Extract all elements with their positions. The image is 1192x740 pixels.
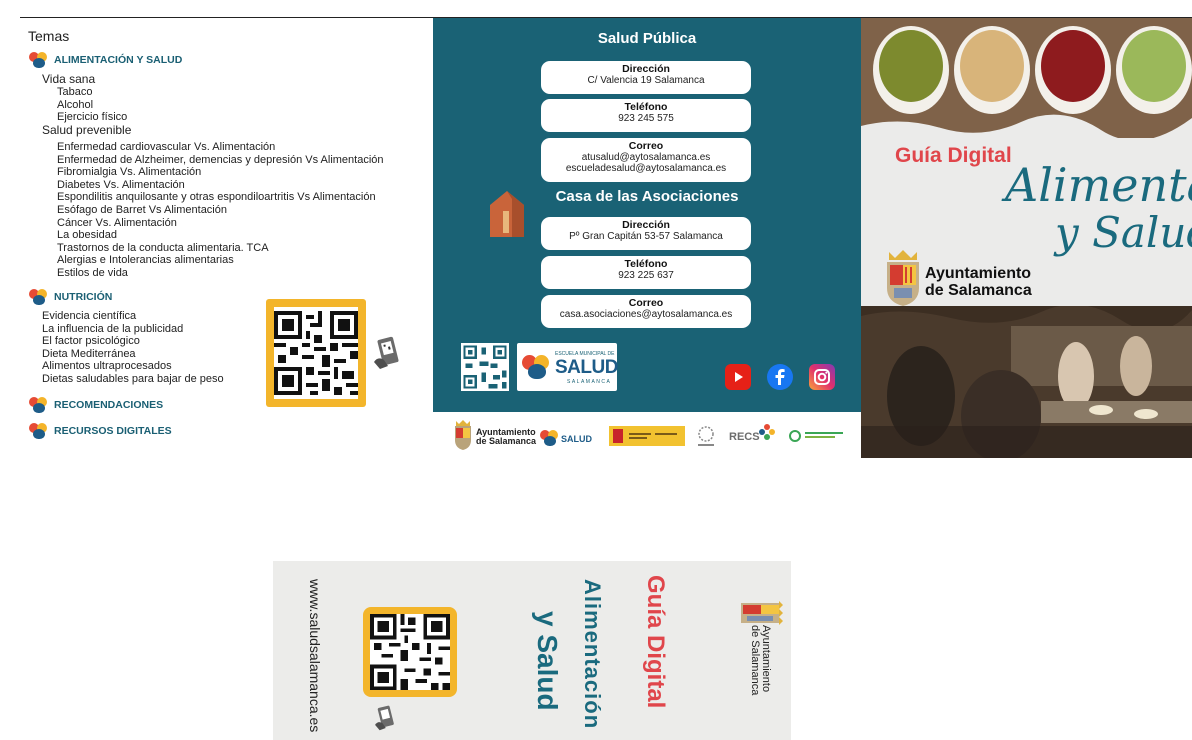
partner-logo-icon (789, 430, 843, 442)
contact-panel: Salud Pública Dirección C/ Valencia 19 Sa… (433, 18, 861, 412)
network-logo-icon (698, 426, 714, 446)
salud-publica-email[interactable]: Correo atusalud@aytosalamanca.es escuelade… (541, 138, 751, 182)
topics-panel: Temas ALIMENTACIÓN Y SALUD Vida sana Tab… (20, 18, 432, 458)
salud-logo-icon (539, 430, 559, 446)
casa-phone[interactable]: Teléfono 923 225 637 (541, 256, 751, 289)
salud-publica-address: Dirección C/ Valencia 19 Salamanca (541, 61, 751, 94)
crest-icon (741, 601, 783, 625)
cover-panel: Guía Digital Alimentac y Salud Ayuntamie… (861, 18, 1192, 458)
government-logo (609, 426, 685, 446)
salud-footer-label: SALUD (561, 434, 592, 444)
kitchen-workshop-photo (861, 304, 1192, 458)
salud-publica-title: Salud Pública (597, 30, 697, 47)
facebook-icon[interactable] (767, 364, 793, 390)
recs-flower-icon (759, 424, 775, 440)
list-item[interactable]: Enfermedad de Alzheimer, demencias y dep… (57, 154, 384, 167)
house-icon (490, 191, 524, 237)
phone-scan-icon (372, 336, 402, 370)
back-ayto-label: Ayuntamiento (760, 625, 772, 693)
list-item[interactable]: La obesidad (57, 229, 384, 242)
salud-logo-icon (28, 397, 48, 413)
list-item[interactable]: Alimentos ultraprocesados (42, 360, 224, 373)
crest-icon (455, 420, 471, 450)
cover-script-line2: y Salud (1055, 208, 1192, 257)
list-item[interactable]: Dietas saludables para bajar de peso (42, 373, 224, 386)
qr-code-icon (274, 307, 358, 399)
back-alimentacion: Alimentación (580, 579, 605, 730)
cover-ayto-label: Ayuntamiento (925, 265, 1032, 282)
vida-sana-list: Tabaco Alcohol Ejercicio físico (57, 86, 127, 124)
list-item[interactable]: Alergias e Intolerancias alimentarias (57, 254, 384, 267)
list-item[interactable]: Trastornos de la conducta alimentaria. T… (57, 242, 384, 255)
list-item[interactable]: La influencia de la publicidad (42, 323, 224, 336)
list-item[interactable]: Alcohol (57, 99, 127, 112)
cover-script-line1: Alimentac (1005, 158, 1192, 212)
salud-logo-icon (28, 52, 48, 68)
list-item[interactable]: Dieta Mediterránea (42, 348, 224, 361)
sponsor-logos: Ayuntamiento de Salamanca SALUD RECS (433, 412, 861, 458)
list-item[interactable]: Fibromialgia Vs. Alimentación (57, 166, 384, 179)
cover-guia-title: Guía Digital (895, 144, 1012, 167)
casa-address: Dirección Pº Gran Capitán 53-57 Salamanca (541, 217, 751, 250)
salud-logo-icon (28, 423, 48, 439)
qr-code-icon (370, 614, 450, 690)
list-item[interactable]: Enfermedad cardiovascular Vs. Alimentaci… (57, 141, 384, 154)
back-cover: www.saludsalamanca.es y Salud Alimentaci… (273, 561, 791, 740)
website-url[interactable]: www.saludsalamanca.es (307, 579, 323, 732)
back-y-salud: y Salud (532, 611, 563, 711)
casa-email[interactable]: Correo casa.asociaciones@aytosalamanca.es (541, 295, 751, 328)
back-qr-frame[interactable] (363, 607, 457, 697)
phone-scan-icon (373, 705, 397, 731)
small-qr-icon[interactable] (461, 343, 509, 391)
qr-code-frame[interactable] (266, 299, 366, 407)
instagram-icon[interactable] (809, 364, 835, 390)
section-recomendaciones[interactable]: RECOMENDACIONES (28, 397, 163, 413)
escuela-salud-logo: ESCUELA MUNICIPAL DE SALUD SALAMANCA (517, 343, 618, 391)
crest-icon (887, 250, 919, 306)
list-item[interactable]: El factor psicológico (42, 335, 224, 348)
salud-logo-icon (521, 355, 551, 379)
list-item[interactable]: Espondilitis anquilosante y otras espond… (57, 191, 384, 204)
list-item[interactable]: Estilos de vida (57, 267, 384, 280)
vida-sana-heading: Vida sana (42, 72, 96, 86)
recs-label: RECS (729, 431, 760, 443)
list-item[interactable]: Esófago de Barret Vs Alimentación (57, 204, 384, 217)
section-alimentacion[interactable]: ALIMENTACIÓN Y SALUD (28, 52, 182, 68)
nutricion-list: Evidencia científica La influencia de la… (42, 310, 224, 386)
list-item[interactable]: Diabetes Vs. Alimentación (57, 179, 384, 192)
list-item[interactable]: Tabaco (57, 86, 127, 99)
salud-prevenible-heading: Salud prevenible (42, 123, 132, 137)
section-nutricion[interactable]: NUTRICIÓN (28, 289, 112, 305)
legumes-photo (861, 18, 1192, 141)
salud-logo-icon (28, 289, 48, 305)
salud-prevenible-list: Enfermedad cardiovascular Vs. Alimentaci… (57, 141, 384, 280)
salud-publica-phone[interactable]: Teléfono 923 245 575 (541, 99, 751, 132)
list-item[interactable]: Cáncer Vs. Alimentación (57, 217, 384, 230)
list-item[interactable]: Evidencia científica (42, 310, 224, 323)
topics-title: Temas (28, 28, 70, 44)
youtube-icon[interactable] (725, 364, 751, 390)
back-guia-title: Guía Digital (642, 575, 669, 709)
section-recursos[interactable]: RECURSOS DIGITALES (28, 423, 172, 439)
list-item[interactable]: Ejercicio físico (57, 111, 127, 124)
